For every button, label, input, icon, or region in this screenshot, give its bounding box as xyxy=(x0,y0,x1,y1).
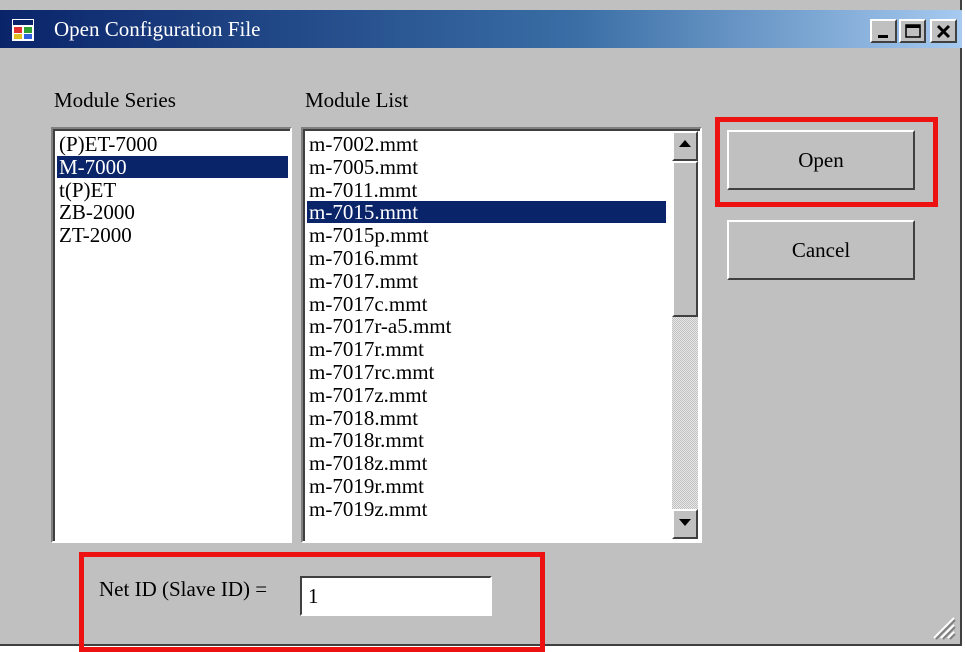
open-configuration-dialog: Open Configuration File Module Series Mo… xyxy=(0,0,962,652)
app-window-icon xyxy=(12,19,34,41)
module-list-item[interactable]: m-7017rc.mmt xyxy=(307,361,666,383)
module-list-item[interactable]: m-7016.mmt xyxy=(307,247,666,269)
module-list-item[interactable]: m-7011.mmt xyxy=(307,179,666,201)
module-list-listbox[interactable]: m-7002.mmt m-7005.mmt m-7011.mmt m-7015.mmt… xyxy=(301,127,702,543)
module-series-listbox[interactable]: (P)ET-7000 M-7000 t(P)ET ZB-2000 ZT-2000 xyxy=(51,127,292,543)
module-list-item[interactable]: m-7017.mmt xyxy=(307,270,666,292)
minimize-button[interactable] xyxy=(870,19,897,43)
module-series-item[interactable]: ZB-2000 xyxy=(57,201,288,223)
module-list-item[interactable]: m-7015p.mmt xyxy=(307,224,666,246)
maximize-icon xyxy=(905,24,921,38)
arrow-up-icon xyxy=(679,140,691,147)
module-list-item[interactable]: m-7017z.mmt xyxy=(307,384,666,406)
close-icon xyxy=(936,24,951,39)
title-bar[interactable]: Open Configuration File xyxy=(0,10,962,48)
module-list-item[interactable]: m-7017r-a5.mmt xyxy=(307,315,666,337)
open-button-highlight xyxy=(715,117,938,207)
resize-grip-icon[interactable] xyxy=(930,614,956,640)
cancel-button[interactable]: Cancel xyxy=(727,220,915,280)
module-series-item[interactable]: M-7000 xyxy=(57,155,288,178)
scroll-thumb[interactable] xyxy=(672,161,698,317)
module-series-item[interactable]: (P)ET-7000 xyxy=(57,133,288,155)
close-button[interactable] xyxy=(930,19,957,43)
module-list-item[interactable]: m-7018r.mmt xyxy=(307,429,666,451)
module-list-item[interactable]: m-7018z.mmt xyxy=(307,452,666,474)
module-series-item[interactable]: t(P)ET xyxy=(57,179,288,201)
module-list-item[interactable]: m-7005.mmt xyxy=(307,156,666,178)
scroll-down-button[interactable] xyxy=(672,509,698,539)
module-list-item[interactable]: m-7017r.mmt xyxy=(307,338,666,360)
module-list-item[interactable]: m-7017c.mmt xyxy=(307,293,666,315)
module-list-item[interactable]: m-7002.mmt xyxy=(307,133,666,155)
module-list-item[interactable]: m-7019r.mmt xyxy=(307,475,666,497)
arrow-down-icon xyxy=(679,519,691,526)
scroll-up-button[interactable] xyxy=(672,131,698,161)
maximize-button[interactable] xyxy=(899,19,926,43)
window-title: Open Configuration File xyxy=(54,17,261,41)
module-series-list-inner: (P)ET-7000 M-7000 t(P)ET ZB-2000 ZT-2000 xyxy=(53,129,290,541)
module-list-item[interactable]: m-7015.mmt xyxy=(307,201,666,224)
net-id-input[interactable] xyxy=(300,576,492,616)
minimize-icon xyxy=(878,35,888,38)
module-list-item[interactable]: m-7019z.mmt xyxy=(307,498,666,520)
module-list-item[interactable]: m-7018.mmt xyxy=(307,407,666,429)
module-list-inner: m-7002.mmt m-7005.mmt m-7011.mmt m-7015.mmt… xyxy=(303,129,700,541)
module-series-label: Module Series xyxy=(54,88,176,112)
net-id-label: Net ID (Slave ID) = xyxy=(99,577,268,601)
module-list-scrollbar[interactable] xyxy=(672,131,698,539)
module-series-item[interactable]: ZT-2000 xyxy=(57,224,288,246)
module-list-label: Module List xyxy=(305,88,409,112)
